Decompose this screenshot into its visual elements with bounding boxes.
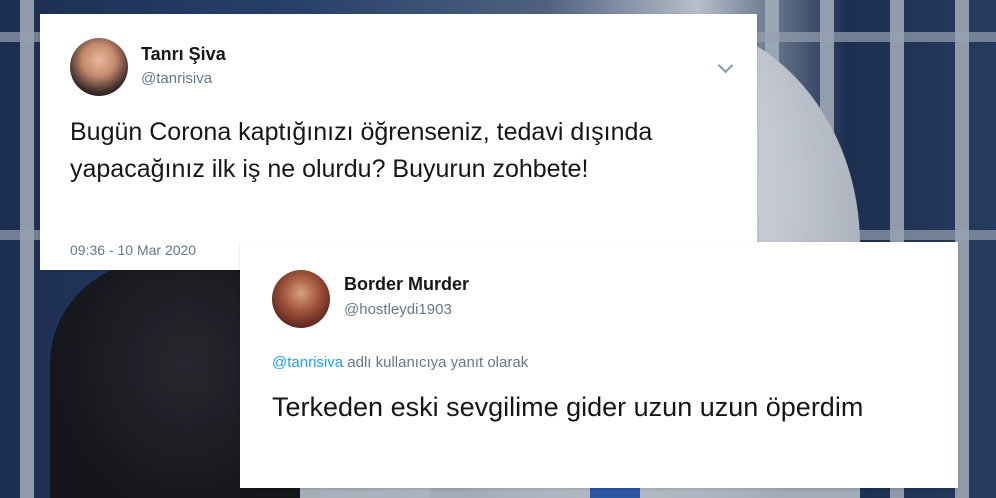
avatar[interactable]	[272, 270, 330, 328]
username-handle[interactable]: @tanrisiva	[141, 70, 212, 87]
tweet-text: Terkeden eski sevgilime gider uzun uzun …	[272, 392, 864, 422]
username-handle[interactable]: @hostleydi1903	[344, 301, 452, 318]
reply-context-text: adlı kullanıcıya yanıt olarak	[343, 354, 529, 371]
reply-context: @tanrisiva adlı kullanıcıya yanıt olarak	[272, 354, 528, 371]
avatar[interactable]	[70, 38, 128, 96]
tweet-card-reply: Border Murder @hostleydi1903 @tanrisiva …	[240, 242, 958, 488]
tweet-card-original: Tanrı Şiva @tanrisiva Bugün Corona kaptı…	[40, 14, 757, 270]
tweet-timestamp[interactable]: 09:36 - 10 Mar 2020	[70, 242, 196, 258]
display-name[interactable]: Tanrı Şiva	[141, 44, 226, 65]
display-name[interactable]: Border Murder	[344, 274, 469, 295]
tweet-text: Bugün Corona kaptığınızı öğrenseniz, ted…	[70, 118, 653, 183]
reply-mention-link[interactable]: @tanrisiva	[272, 354, 343, 371]
chevron-down-icon[interactable]	[717, 57, 734, 74]
